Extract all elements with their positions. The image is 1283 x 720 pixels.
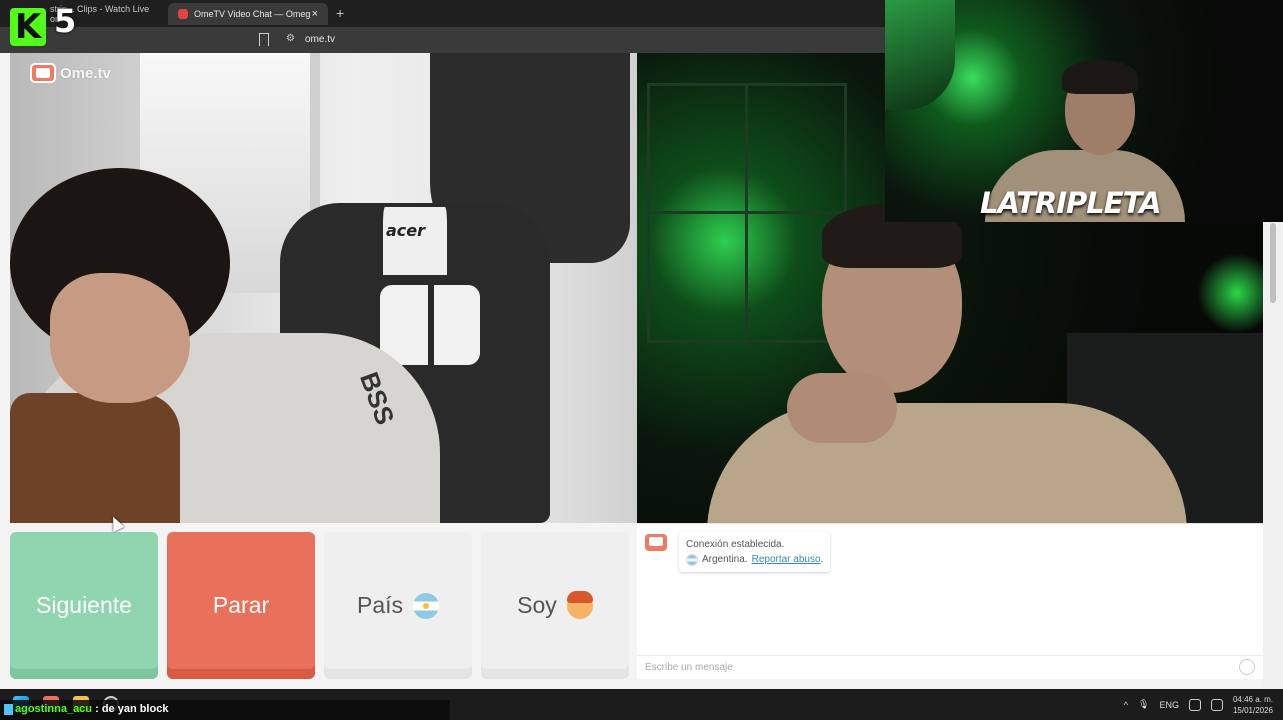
tab-ometv[interactable]: OmeTV Video Chat — Omeg × (168, 3, 328, 25)
ometv-logo: Ome.tv (30, 63, 111, 83)
chair-brand-text: acer (386, 221, 426, 240)
tab-title: OmeTV Video Chat — Omeg (194, 9, 311, 19)
gender-button-label: Soy (517, 592, 557, 618)
close-tab-icon[interactable]: × (312, 8, 318, 20)
clock-date: 15/01/2026 (1232, 705, 1273, 715)
guitar-scene (10, 393, 180, 523)
gender-button[interactable]: Soy (481, 532, 629, 679)
emoji-icon[interactable] (1239, 659, 1255, 675)
new-tab-button[interactable]: + (336, 5, 344, 21)
chair-pillow-scene (380, 285, 480, 365)
url-field[interactable]: ome.tv (305, 34, 335, 45)
ometv-logo-text: Ome.tv (60, 64, 111, 82)
chat-message: de yan block (101, 703, 169, 715)
argentina-flag-icon (413, 592, 440, 619)
ometv-tv-icon (30, 63, 56, 83)
streamer-hair (1062, 60, 1138, 94)
next-button-label: Siguiente (36, 592, 132, 618)
microphone-icon[interactable]: 🎙 (1138, 699, 1149, 710)
stranger-video: acer BSS Ome.tv (10, 53, 637, 523)
streamer-brand-logo: LATRIPLETA (980, 186, 1162, 220)
next-button[interactable]: Siguiente (10, 532, 158, 679)
argentina-flag-icon (686, 553, 698, 566)
tray-overflow-icon[interactable]: ^ (1124, 700, 1128, 710)
address-bar: ⚙ ome.tv (0, 27, 885, 53)
streamer-webcam: LATRIPLETA (885, 0, 1283, 222)
green-light-scene (1197, 253, 1263, 333)
system-tray: ^ 🎙 ENG 04:46 a. m. 15/01/2026 (1124, 689, 1283, 720)
clock-time: 04:46 a. m. (1232, 694, 1273, 704)
system-message: Conexión establecida. Argentina. Reporta… (679, 532, 831, 572)
country-button[interactable]: País (324, 532, 472, 679)
report-suffix: . (820, 554, 824, 565)
kick-number: 5 (54, 2, 77, 40)
self-hand (787, 373, 897, 443)
chat-badge-icon (4, 703, 13, 715)
bookmark-icon[interactable] (259, 33, 269, 46)
clock[interactable]: 04:46 a. m. 15/01/2026 (1233, 694, 1273, 716)
kick-logo-overlay: K 5 (6, 2, 80, 48)
ometv-favicon-icon (178, 9, 188, 19)
stop-button[interactable]: Parar (167, 532, 315, 679)
chat-panel: Conexión establecida. Argentina. Reporta… (637, 523, 1263, 679)
chat-username: agostinna_acu (15, 703, 93, 715)
stream-chat-ticker: agostinna_acu : de yan block (0, 700, 450, 720)
site-settings-icon[interactable]: ⚙ (286, 33, 295, 44)
volume-icon[interactable] (1210, 698, 1223, 711)
connection-status: Conexión establecida. (686, 539, 785, 550)
stranger-country: Argentina. (702, 554, 748, 565)
stop-button-label: Parar (212, 592, 270, 618)
browser-tab-bar: strip... Clips - Watch Live on OmeTV Vid… (0, 0, 885, 27)
boy-emoji-icon (566, 590, 593, 619)
chair-headrest-scene (365, 203, 465, 293)
chat-ometv-icon (645, 534, 667, 551)
kick-logo: K (10, 8, 46, 46)
green-wall-scene (885, 0, 955, 110)
message-input[interactable]: Escribe un mensaje (637, 655, 1263, 680)
country-button-label: País (356, 592, 404, 618)
chat-separator: : (92, 703, 102, 715)
scrollbar-thumb[interactable] (1270, 223, 1276, 303)
window-frame-scene (647, 83, 850, 346)
wifi-icon[interactable] (1188, 698, 1201, 711)
report-abuse-link[interactable]: Reportar abuso (752, 554, 821, 565)
language-indicator[interactable]: ENG (1159, 700, 1179, 710)
self-body (707, 403, 1187, 523)
